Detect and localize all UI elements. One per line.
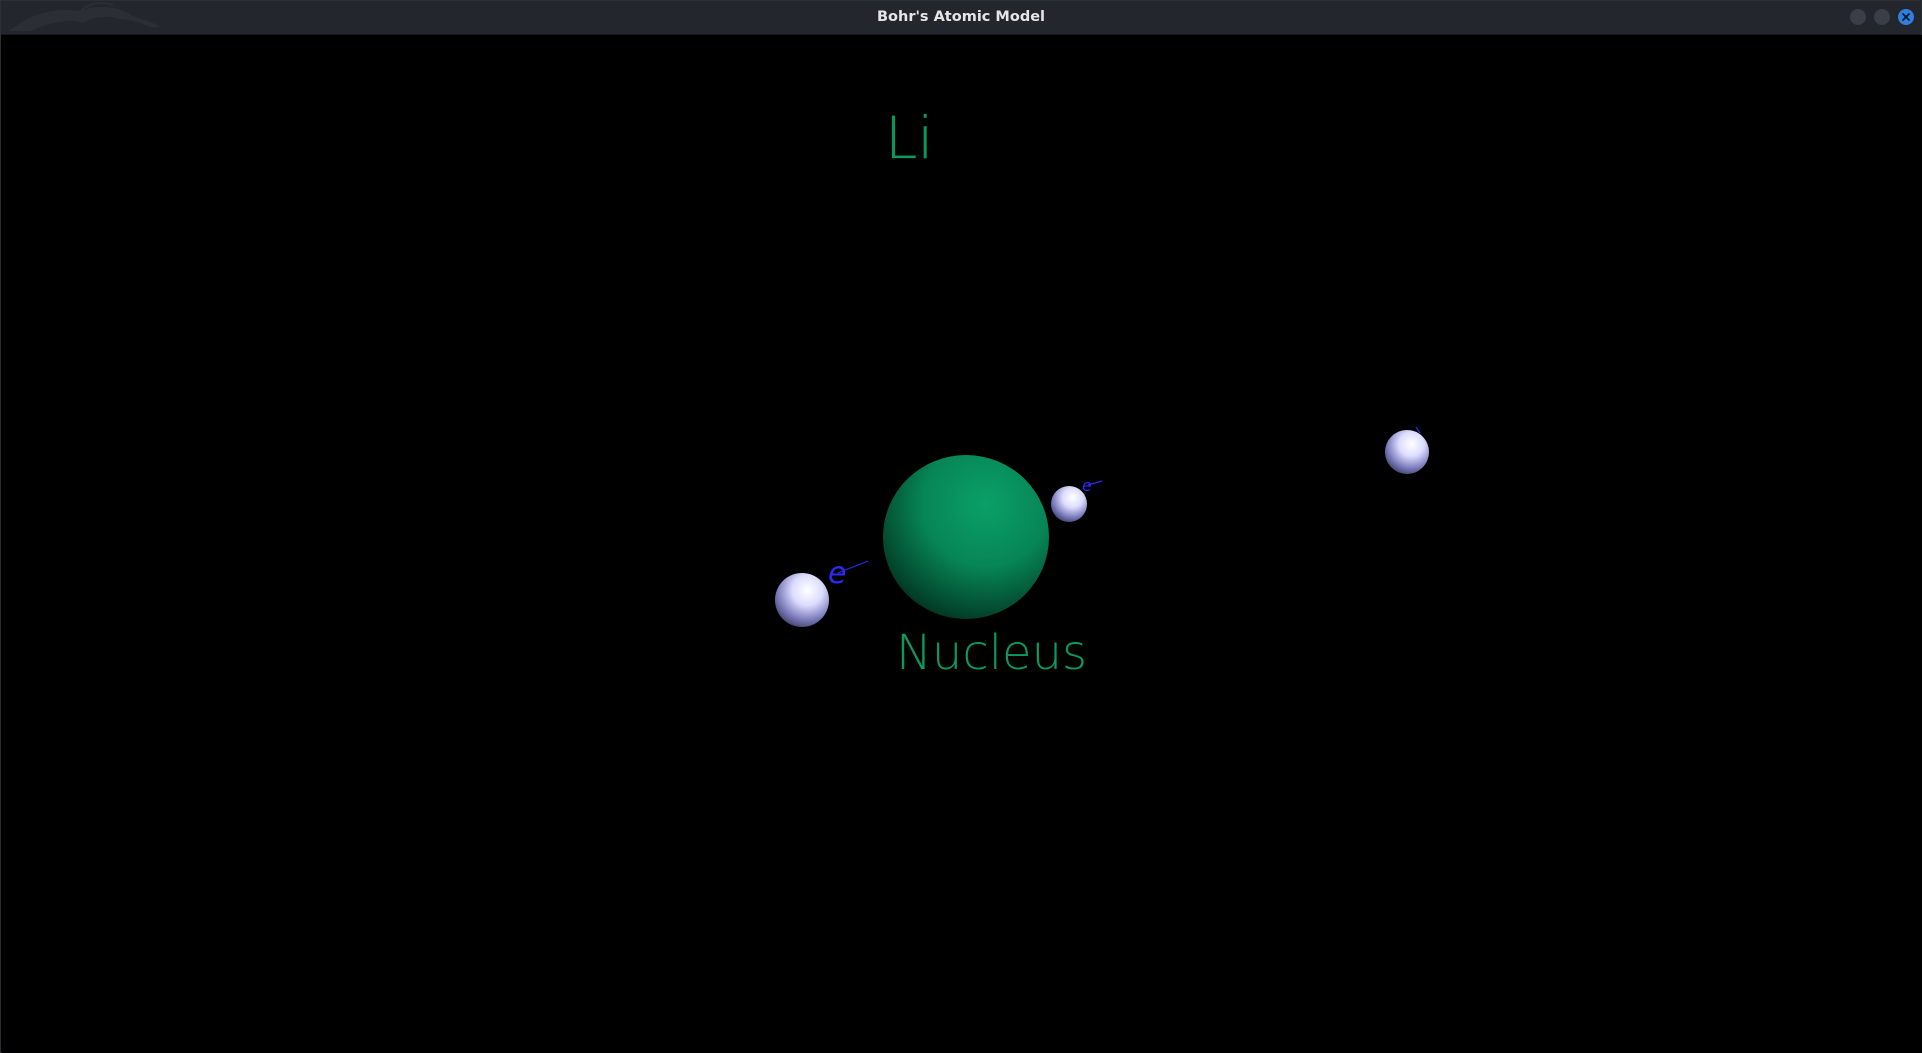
title-bar[interactable]: Bohr's Atomic Model [1,1,1921,35]
electron-label-stroke [1415,426,1421,434]
nucleus-label: Nucleus [896,625,1087,681]
close-icon [1902,13,1910,21]
maximize-button[interactable] [1874,9,1890,25]
electron-label: e [828,556,846,591]
electron-sphere [775,573,829,627]
3d-viewport[interactable]: Li Nucleus e e [2,35,1922,1053]
atom-scene: Li Nucleus e e [775,104,1429,681]
electron-sphere [1385,430,1429,474]
element-symbol: Li [885,104,933,172]
nucleus-sphere [883,455,1049,619]
minimize-button[interactable] [1850,9,1866,25]
window-title: Bohr's Atomic Model [876,9,1046,25]
close-button[interactable] [1898,9,1914,25]
electron-label: e [1082,476,1092,495]
app-window: Bohr's Atomic Model Li Nucleus e e [0,0,1922,1053]
